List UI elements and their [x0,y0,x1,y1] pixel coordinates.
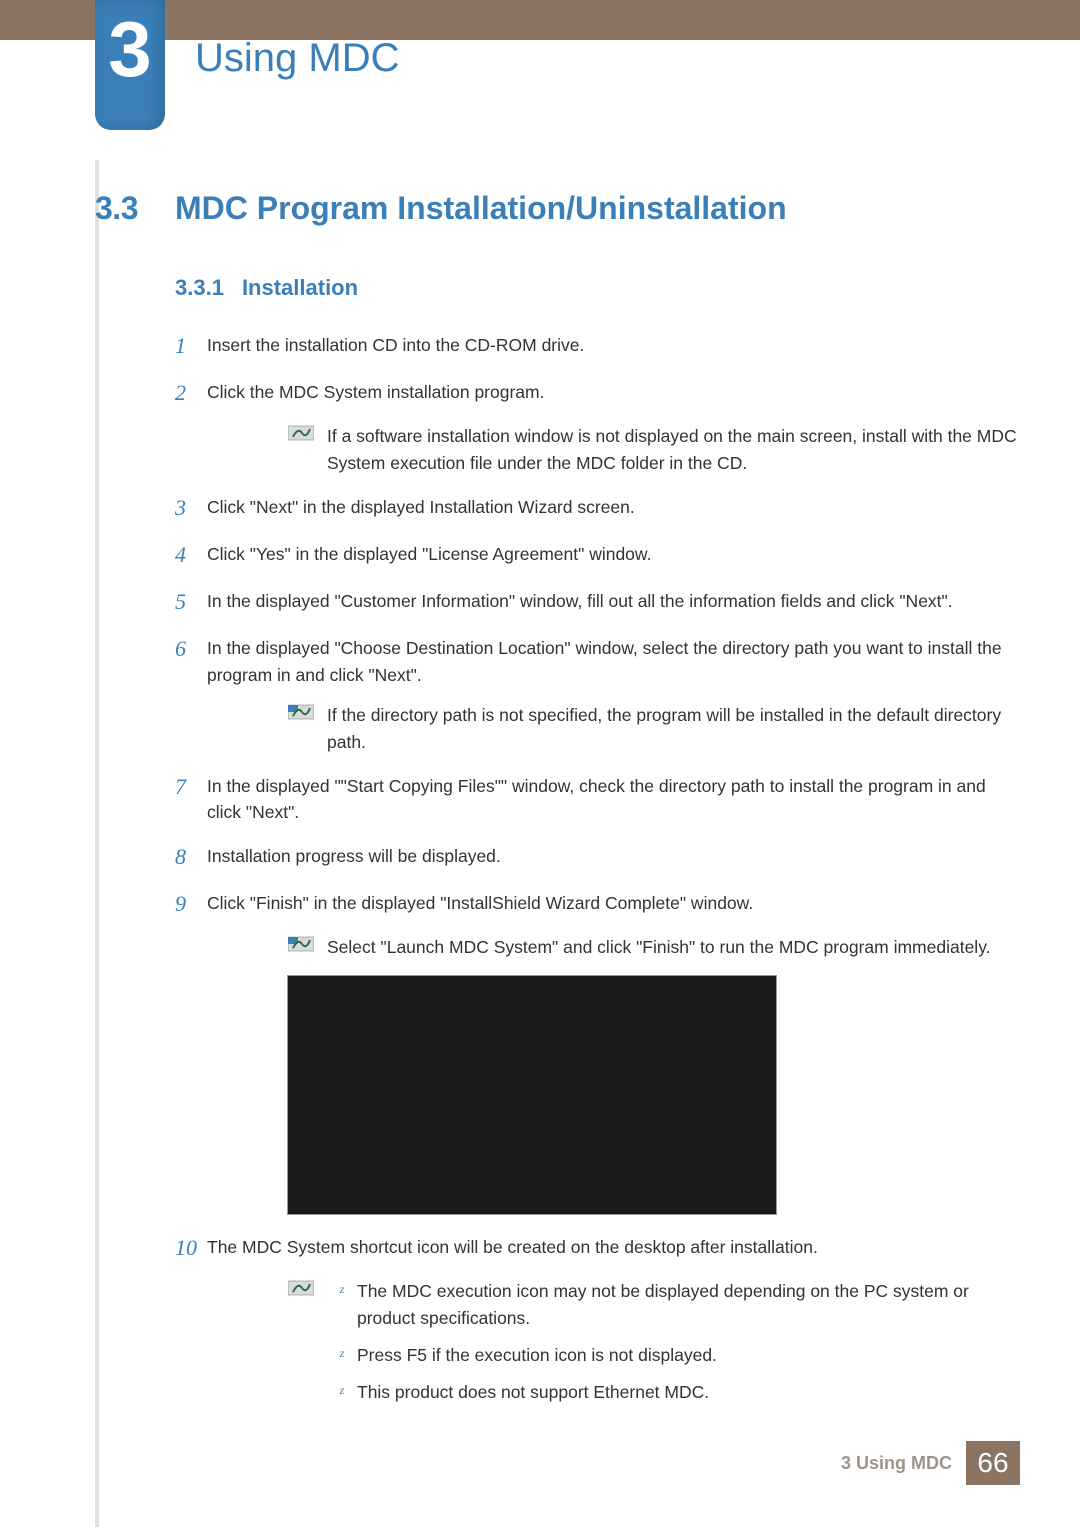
note-text: If a software installation window is not… [327,423,1020,477]
note-icon [287,423,315,443]
bullet-mark: z [327,1379,357,1406]
footer: 3 Using MDC 66 [841,1441,1020,1485]
note-block: Select "Launch MDC System" and click "Fi… [287,934,1020,961]
step-list: 1 Insert the installation CD into the CD… [175,329,1020,1416]
section-title: MDC Program Installation/Uninstallation [175,190,787,227]
note-block: If the directory path is not specified, … [287,702,1020,756]
step-number: 5 [175,585,207,618]
step-2: 2 Click the MDC System installation prog… [175,376,1020,409]
step-text: Click the MDC System installation progra… [207,376,1020,409]
page-number: 66 [966,1441,1020,1485]
step-number: 4 [175,538,207,571]
note-text: If the directory path is not specified, … [327,702,1020,756]
step-9: 9 Click "Finish" in the displayed "Insta… [175,887,1020,920]
step-text: Insert the installation CD into the CD-R… [207,329,1020,362]
step-text: In the displayed "Choose Destination Loc… [207,632,1020,688]
section-number: 3.3 [95,190,175,227]
note-bullet-text: Press F5 if the execution icon is not di… [357,1342,1020,1369]
step-8: 8 Installation progress will be displaye… [175,840,1020,873]
step-number: 1 [175,329,207,362]
note-bullets: z The MDC execution icon may not be disp… [327,1278,1020,1417]
note-icon [287,702,315,722]
step-5: 5 In the displayed "Customer Information… [175,585,1020,618]
note-text: Select "Launch MDC System" and click "Fi… [327,934,1020,961]
note-bullet: z Press F5 if the execution icon is not … [327,1342,1020,1369]
step-number: 9 [175,887,207,920]
step-3: 3 Click "Next" in the displayed Installa… [175,491,1020,524]
step-number: 7 [175,770,207,826]
note-icon [287,1278,315,1298]
step-number: 2 [175,376,207,409]
step-text: The MDC System shortcut icon will be cre… [207,1231,1020,1264]
chapter-badge: 3 [95,0,165,130]
note-bullet-text: This product does not support Ethernet M… [357,1379,1020,1406]
step-text: Installation progress will be displayed. [207,840,1020,873]
step-4: 4 Click "Yes" in the displayed "License … [175,538,1020,571]
step-text: In the displayed "Customer Information" … [207,585,1020,618]
step-text: Click "Next" in the displayed Installati… [207,491,1020,524]
bullet-mark: z [327,1278,357,1332]
step-7: 7 In the displayed ""Start Copying Files… [175,770,1020,826]
subsection-number: 3.3.1 [175,275,224,301]
step-number: 8 [175,840,207,873]
subsection-heading: 3.3.1 Installation [175,275,1020,301]
chapter-number: 3 [108,10,151,88]
step-text: Click "Yes" in the displayed "License Ag… [207,538,1020,571]
note-bullet: z This product does not support Ethernet… [327,1379,1020,1406]
step-number: 10 [175,1231,207,1264]
subsection-title: Installation [242,275,358,301]
section-heading: 3.3 MDC Program Installation/Uninstallat… [95,190,1020,227]
note-bullet-text: The MDC execution icon may not be displa… [357,1278,1020,1332]
bullet-mark: z [327,1342,357,1369]
step-6: 6 In the displayed "Choose Destination L… [175,632,1020,688]
footer-label: 3 Using MDC [841,1453,952,1474]
step-number: 6 [175,632,207,688]
note-block: z The MDC execution icon may not be disp… [287,1278,1020,1417]
note-icon [287,934,315,954]
step-text: In the displayed ""Start Copying Files""… [207,770,1020,826]
chapter-title: Using MDC [195,36,399,81]
step-1: 1 Insert the installation CD into the CD… [175,329,1020,362]
screenshot-placeholder [287,975,777,1215]
content: 3.3 MDC Program Installation/Uninstallat… [95,190,1020,1430]
note-block: If a software installation window is not… [287,423,1020,477]
step-text: Click "Finish" in the displayed "Install… [207,887,1020,920]
note-bullet: z The MDC execution icon may not be disp… [327,1278,1020,1332]
step-10: 10 The MDC System shortcut icon will be … [175,1231,1020,1264]
step-number: 3 [175,491,207,524]
